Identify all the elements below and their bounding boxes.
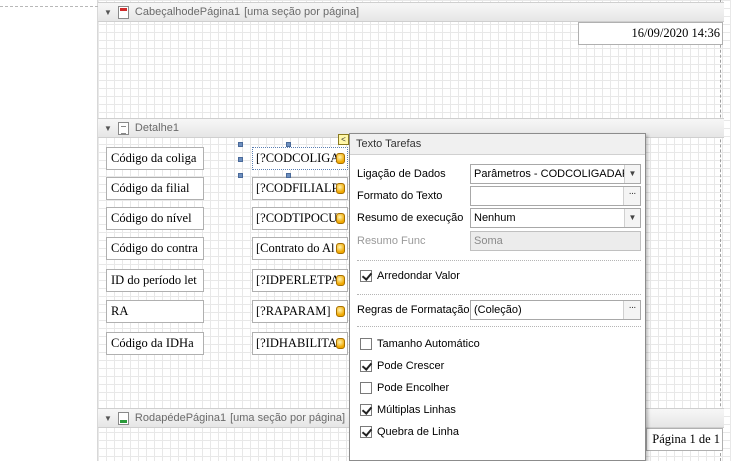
dropdown-arrow-icon[interactable]: ▼ bbox=[624, 209, 640, 227]
ellipsis-button[interactable]: ··· bbox=[623, 187, 640, 205]
left-margin-area bbox=[0, 0, 98, 461]
smart-tag-button[interactable]: < bbox=[338, 134, 349, 145]
checkbox-box[interactable] bbox=[360, 338, 372, 350]
detail-label[interactable]: Código da coliga bbox=[106, 147, 204, 170]
band-note: [uma seção por página] bbox=[244, 6, 360, 18]
option-checkbox[interactable]: Quebra de Linha bbox=[360, 424, 459, 440]
date-field[interactable]: 16/09/2020 14:36 bbox=[578, 22, 723, 45]
separator bbox=[357, 294, 641, 295]
expression-bulb-icon[interactable] bbox=[336, 306, 345, 317]
formatting-rules-input[interactable]: (Coleção) ··· bbox=[470, 300, 641, 320]
detail-field[interactable]: [?IDPERLETPA bbox=[252, 269, 348, 292]
collapse-triangle-icon[interactable]: ▼ bbox=[104, 124, 112, 133]
summary-func-input: Soma bbox=[470, 231, 641, 251]
detail-label[interactable]: Código da filial bbox=[106, 177, 204, 200]
page-number-field[interactable]: Página 1 de 1 bbox=[646, 428, 723, 451]
expression-bulb-icon[interactable] bbox=[336, 275, 345, 286]
field-expression: [?IDPERLETPA bbox=[256, 273, 340, 287]
option-checkbox[interactable]: Múltiplas Linhas bbox=[360, 402, 456, 418]
detail-label[interactable]: Código do contra bbox=[106, 237, 204, 260]
summary-func-value: Soma bbox=[474, 235, 503, 247]
detail-label[interactable]: ID do período let bbox=[106, 269, 204, 292]
option-checkbox[interactable]: Pode Crescer bbox=[360, 358, 444, 374]
expression-bulb-icon[interactable] bbox=[336, 338, 345, 349]
band-title: CabeçalhodePágina1 bbox=[134, 6, 241, 18]
option-label: Quebra de Linha bbox=[377, 426, 459, 438]
expression-bulb-icon[interactable] bbox=[336, 183, 345, 194]
data-binding-combo[interactable]: Parâmetros - CODCOLIGADAP ▼ bbox=[470, 164, 641, 184]
detail-field[interactable]: [?CODFILIALP bbox=[252, 177, 348, 200]
selection-handle[interactable] bbox=[238, 157, 243, 162]
field-expression: [?CODCOLIGA bbox=[256, 151, 340, 165]
band-page-header[interactable]: ▼ CabeçalhodePágina1 [uma seção por pági… bbox=[98, 2, 724, 22]
detail-band-icon bbox=[117, 121, 129, 135]
option-label: Pode Crescer bbox=[377, 360, 445, 372]
option-checkbox[interactable]: Tamanho Automático bbox=[360, 336, 480, 352]
formatting-rules-row: Regras de Formatação (Coleção) ··· bbox=[357, 300, 641, 320]
field-expression: [?CODFILIALP bbox=[256, 181, 339, 195]
smart-tag-panel: Texto Tarefas Ligação de Dados Parâmetro… bbox=[349, 133, 646, 461]
summary-label: Resumo de execução bbox=[357, 212, 464, 224]
selection-handle[interactable] bbox=[238, 142, 243, 147]
page-footer-band-icon bbox=[117, 411, 129, 425]
detail-field[interactable]: [?CODTIPOCU bbox=[252, 207, 348, 230]
selection-handle[interactable] bbox=[286, 173, 291, 178]
band-note: [uma seção por página] bbox=[230, 412, 346, 424]
option-checkbox[interactable]: Pode Encolher bbox=[360, 380, 449, 396]
data-binding-row: Ligação de Dados Parâmetros - CODCOLIGAD… bbox=[357, 164, 641, 184]
field-expression: [?IDHABILITA bbox=[256, 336, 337, 350]
checkbox-box[interactable] bbox=[360, 270, 372, 282]
band-title: RodapédePágina1 bbox=[134, 412, 227, 424]
page-header-band-icon bbox=[117, 5, 129, 19]
separator bbox=[357, 260, 641, 261]
summary-func-label: Resumo Func bbox=[357, 235, 426, 247]
selection-handle[interactable] bbox=[286, 142, 291, 147]
detail-label[interactable]: RA bbox=[106, 300, 204, 323]
panel-title: Texto Tarefas bbox=[350, 134, 645, 155]
field-expression: [?RAPARAM] bbox=[256, 304, 331, 318]
option-label: Pode Encolher bbox=[377, 382, 450, 394]
collapse-triangle-icon[interactable]: ▼ bbox=[104, 8, 112, 17]
expression-bulb-icon[interactable] bbox=[336, 243, 345, 254]
summary-value: Nenhum bbox=[474, 212, 516, 224]
detail-field[interactable]: [Contrato do Al bbox=[252, 237, 348, 260]
formatting-rules-label: Regras de Formatação bbox=[357, 304, 470, 316]
collapse-triangle-icon[interactable]: ▼ bbox=[104, 414, 112, 423]
band-title: Detalhe1 bbox=[134, 122, 179, 134]
format-string-row: Formato do Texto ··· bbox=[357, 186, 641, 206]
checkbox-box[interactable] bbox=[360, 404, 372, 416]
round-value-checkbox[interactable]: Arredondar Valor bbox=[360, 268, 460, 284]
detail-field[interactable]: [?CODCOLIGA bbox=[252, 147, 348, 170]
detail-field[interactable]: [?IDHABILITA bbox=[252, 332, 348, 355]
round-value-label: Arredondar Valor bbox=[377, 270, 460, 282]
summary-func-row: Resumo Func Soma bbox=[357, 231, 641, 251]
right-margin-line bbox=[720, 0, 721, 461]
summary-combo[interactable]: Nenhum ▼ bbox=[470, 208, 641, 228]
expression-bulb-icon[interactable] bbox=[336, 153, 345, 164]
checkbox-box[interactable] bbox=[360, 426, 372, 438]
checkbox-box[interactable] bbox=[360, 360, 372, 372]
field-expression: [Contrato do Al bbox=[256, 241, 335, 255]
detail-field[interactable]: [?RAPARAM] bbox=[252, 300, 348, 323]
separator bbox=[357, 326, 641, 327]
selection-handle[interactable] bbox=[238, 173, 243, 178]
format-string-input[interactable]: ··· bbox=[470, 186, 641, 206]
detail-label[interactable]: Código da IDHa bbox=[106, 332, 204, 355]
dropdown-arrow-icon[interactable]: ▼ bbox=[624, 165, 640, 183]
option-label: Tamanho Automático bbox=[377, 338, 480, 350]
format-string-label: Formato do Texto bbox=[357, 190, 443, 202]
data-binding-value: Parâmetros - CODCOLIGADAP bbox=[474, 168, 630, 180]
summary-row: Resumo de execução Nenhum ▼ bbox=[357, 208, 641, 228]
option-label: Múltiplas Linhas bbox=[377, 404, 456, 416]
detail-label[interactable]: Código do nível bbox=[106, 207, 204, 230]
data-binding-label: Ligação de Dados bbox=[357, 168, 446, 180]
checkbox-box[interactable] bbox=[360, 382, 372, 394]
field-expression: [?CODTIPOCU bbox=[256, 211, 338, 225]
formatting-rules-value: (Coleção) bbox=[474, 304, 522, 316]
expression-bulb-icon[interactable] bbox=[336, 213, 345, 224]
margin-guide bbox=[0, 6, 98, 7]
ellipsis-button[interactable]: ··· bbox=[623, 301, 640, 319]
